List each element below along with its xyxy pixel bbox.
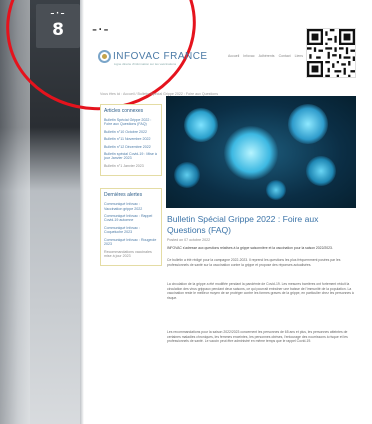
nav-item[interactable]: Contact (279, 54, 291, 58)
virus-particle-icon (184, 108, 218, 142)
sidebar-link[interactable]: Communiqué Infovac : Coqueluche 2023 (104, 226, 158, 235)
article-paragraph: Ce bulletin a été rédigé pour la campagn… (167, 258, 341, 267)
virus-particle-icon (266, 180, 286, 200)
virus-particle-icon (288, 104, 328, 144)
logo-mark-icon (98, 50, 111, 63)
virus-particle-icon (224, 126, 278, 180)
top-nav: Accueil Infovac Adhérents Contact Liens (228, 54, 303, 58)
qr-code-graphic (307, 29, 355, 77)
sidebar-related-title: Articles connexes (104, 108, 144, 114)
virus-particle-icon (174, 162, 200, 188)
sidebar-link[interactable]: Communiqué Infovac : Vaccination grippe … (104, 202, 158, 211)
qr-code-icon (306, 28, 356, 78)
sidebar-link[interactable]: Bulletin spécial Covid-19 : Mise à jour … (104, 152, 158, 161)
sidebar-link[interactable]: Bulletin Spécial Grippe 2022 : Foire aux… (104, 118, 158, 127)
sidebar-link[interactable]: Recommandations vaccinales mise à jour 2… (104, 250, 158, 259)
sidebar-link[interactable]: Bulletin n°11 Novembre 2022 (104, 137, 158, 141)
nav-item[interactable]: Accueil (228, 54, 239, 58)
sidebar-alerts-title: Dernières alertes (104, 192, 143, 199)
article-paragraph: La circulation de la grippe a été modifi… (167, 282, 354, 300)
article-hero-image (166, 96, 356, 208)
sidebar: Articles connexes Bulletin Spécial Gripp… (100, 104, 162, 364)
nav-item[interactable]: Liens (295, 54, 303, 58)
article-date: Posted on 07 octobre 2022 (167, 238, 211, 242)
nav-item[interactable]: Adhérents (259, 54, 275, 58)
sidebar-link[interactable]: Bulletin n°10 Octobre 2022 (104, 130, 158, 134)
sidebar-link[interactable]: Bulletin n°12 Décembre 2022 (104, 145, 158, 149)
logo-subtitle: Ligne directe d'information sur les vacc… (114, 62, 177, 66)
article-title: Bulletin Spécial Grippe 2022 : Foire aux… (167, 214, 319, 235)
article-paragraph: Les recommandations pour la saison 2022/… (167, 330, 348, 344)
article-lead: INFOVAC s'adresse aux questions relative… (167, 246, 333, 250)
sidebar-link[interactable]: Bulletin n°1 Janvier 2023 (104, 164, 158, 168)
nav-item[interactable]: Infovac (243, 54, 254, 58)
site-logo[interactable]: INFOVAC FRANCE Ligne directe d'informati… (98, 50, 208, 66)
logo-text: INFOVAC FRANCE (113, 51, 208, 62)
sidebar-alerts-box: Dernières alertes Communiqué Infovac : V… (100, 188, 162, 267)
sidebar-link[interactable]: Communiqué Infovac : Rougeole 2023 (104, 238, 158, 247)
sidebar-link[interactable]: Communiqué Infovac : Rappel Covid-19 aut… (104, 214, 158, 223)
sidebar-related-box: Articles connexes Bulletin Spécial Gripp… (100, 104, 162, 177)
virus-particle-icon (306, 156, 336, 186)
